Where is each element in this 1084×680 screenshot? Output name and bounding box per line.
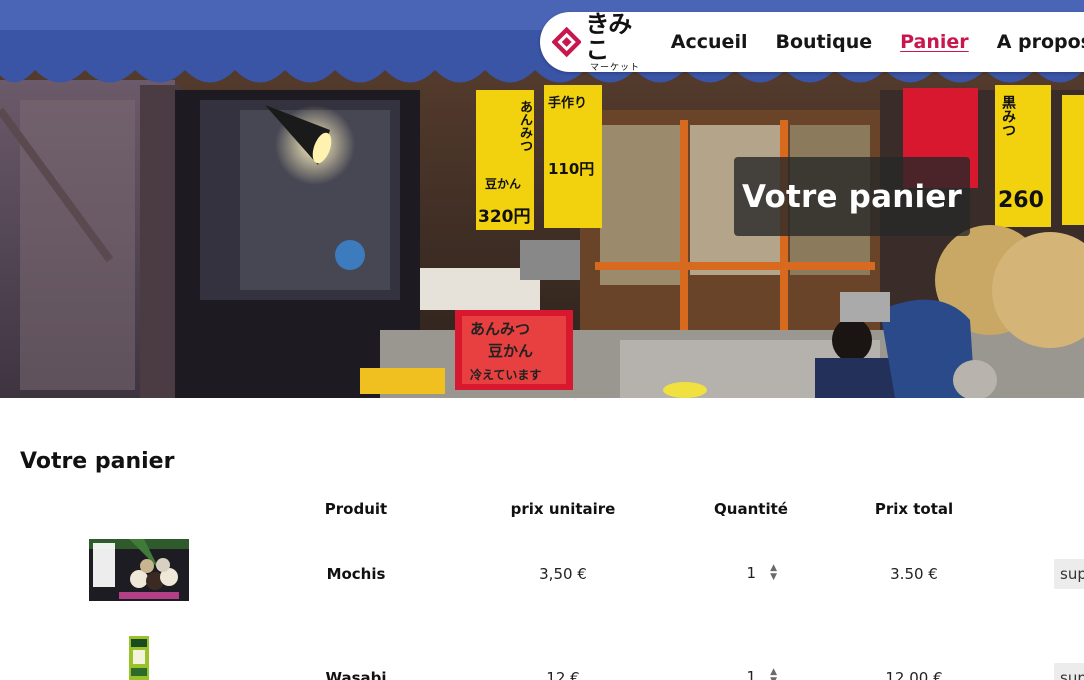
sign-text: あんみつ xyxy=(517,100,532,152)
logo-sub-text: マーケット xyxy=(590,63,641,73)
column-header-quantity: Quantité xyxy=(714,500,788,518)
nav-links: Accueil Boutique Panier A propos xyxy=(671,31,1084,53)
nav-link-accueil[interactable]: Accueil xyxy=(671,31,748,53)
sign-text: 冷えています xyxy=(470,368,542,382)
column-header-unit-price: prix unitaire xyxy=(510,500,616,518)
spinner-arrows[interactable]: ▲ ▼ xyxy=(770,666,777,680)
row-total: 12.00 € xyxy=(885,669,943,680)
quantity-value: 1 xyxy=(746,564,757,582)
delete-button[interactable]: supprimer xyxy=(1054,559,1084,589)
sign-text: 手作り xyxy=(548,96,588,111)
product-image-mochis xyxy=(89,539,189,601)
nav-link-boutique[interactable]: Boutique xyxy=(775,31,872,53)
quantity-stepper[interactable]: 1 ▲ ▼ xyxy=(717,665,777,680)
logo-main-text: きみこ xyxy=(585,10,632,64)
sign-text: 豆かん xyxy=(488,342,534,360)
cart-title: Votre panier xyxy=(20,449,175,474)
quantity-value: 1 xyxy=(746,668,757,680)
row-total: 3.50 € xyxy=(890,565,938,583)
brand-logo[interactable]: きみこ マーケット xyxy=(552,11,645,73)
logo-text: きみこ マーケット xyxy=(585,11,644,73)
nav-link-a-propos[interactable]: A propos xyxy=(997,31,1084,53)
sign-text: 豆かん xyxy=(485,177,522,191)
decrement-icon[interactable]: ▼ xyxy=(770,573,777,582)
sign-text: あんみつ xyxy=(470,320,531,338)
column-header-product: Produit xyxy=(324,500,388,518)
unit-price: 3,50 € xyxy=(539,565,587,583)
hero-title: Votre panier xyxy=(734,157,970,236)
top-navigation: きみこ マーケット Accueil Boutique Panier A prop… xyxy=(540,11,1084,73)
product-name: Wasabi xyxy=(325,669,387,680)
sign-text: 黒みつ xyxy=(1000,95,1016,137)
unit-price: 12 € xyxy=(546,669,580,680)
product-image-wasabi xyxy=(128,636,150,680)
sign-text: 260 xyxy=(998,188,1044,213)
nav-link-panier[interactable]: Panier xyxy=(900,31,969,53)
product-name: Mochis xyxy=(326,565,386,583)
quantity-stepper[interactable]: 1 ▲ ▼ xyxy=(717,561,777,585)
delete-button[interactable]: supprimer xyxy=(1054,663,1084,680)
column-header-total: Prix total xyxy=(874,500,954,518)
spinner-arrows[interactable]: ▲ ▼ xyxy=(770,562,777,584)
sign-text: 320円 xyxy=(478,207,531,227)
logo-icon xyxy=(552,26,582,58)
sign-text: 110円 xyxy=(548,160,595,178)
